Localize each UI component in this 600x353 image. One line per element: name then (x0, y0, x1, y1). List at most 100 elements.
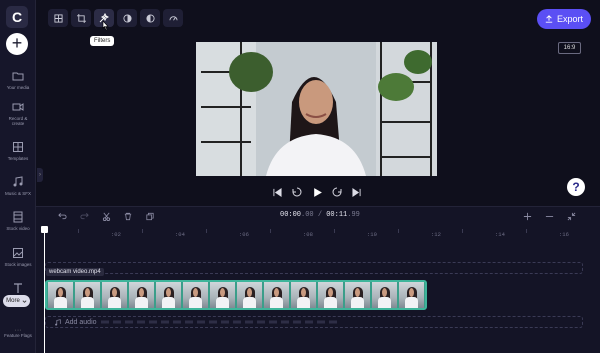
more-button[interactable]: More (3, 295, 30, 307)
tick-mark (462, 229, 463, 233)
undo-icon (57, 212, 67, 220)
crop-icon (76, 13, 86, 23)
video-camera-icon (12, 103, 24, 111)
filters-tooltip: Filters (90, 36, 115, 46)
split-button[interactable] (99, 210, 113, 222)
current-time-frac: .00 (301, 211, 314, 219)
adjust-colors-button[interactable] (117, 9, 137, 27)
forward-5-button[interactable] (331, 186, 343, 198)
duplicate-icon (146, 212, 154, 220)
tick-label: :16 (559, 231, 569, 238)
trash-icon (124, 212, 132, 220)
playhead[interactable] (44, 227, 45, 353)
sidebar-item-templates[interactable]: Templates (0, 141, 36, 161)
tick-mark (78, 229, 79, 233)
export-button[interactable]: Export (537, 9, 591, 29)
sidebar-item-stock-video[interactable]: Stock video (0, 211, 36, 231)
clip-thumbnail (237, 282, 262, 308)
crop-tool-button[interactable] (71, 9, 91, 27)
clip-thumbnail (102, 282, 127, 308)
scissors-icon (102, 212, 110, 221)
tick-label: :12 (431, 231, 441, 238)
fit-icon (53, 13, 63, 23)
undo-button[interactable] (55, 210, 69, 222)
tick-mark (206, 229, 207, 233)
skip-back-button[interactable] (271, 186, 283, 198)
fit-timeline-button[interactable] (564, 210, 578, 222)
sidebar-item-label: Feature Flags (4, 333, 32, 338)
sidebar-item-label: Stock video (6, 226, 30, 231)
webcam-video-frame (196, 42, 437, 176)
play-icon (313, 187, 322, 197)
video-clip[interactable] (45, 280, 427, 310)
empty-track-drop-zone[interactable] (45, 262, 583, 274)
clip-name-label: webcam video.mp4 (46, 268, 104, 276)
clip-thumbnail (318, 282, 343, 308)
clip-thumbnail (75, 282, 100, 308)
delete-button[interactable] (121, 210, 135, 222)
help-button[interactable]: ? (567, 178, 585, 196)
duplicate-button[interactable] (143, 210, 157, 222)
fade-tool-button[interactable] (140, 9, 160, 27)
rewind-5-button[interactable] (291, 186, 303, 198)
skip-back-icon (272, 187, 282, 197)
aspect-ratio-button[interactable]: 16:9 (558, 42, 581, 54)
export-label: Export (556, 14, 583, 24)
speed-icon (168, 15, 178, 21)
redo-icon (79, 212, 89, 220)
sidebar-item-your-media[interactable]: Your media (0, 70, 36, 90)
image-icon (13, 248, 23, 258)
clip-thumbnail (210, 282, 235, 308)
play-button[interactable] (311, 186, 323, 198)
grid-icon (13, 142, 23, 152)
clip-thumbnail (129, 282, 154, 308)
plus-icon (523, 212, 531, 220)
collapse-panel-handle[interactable]: › (37, 168, 43, 182)
playhead-handle[interactable] (41, 226, 48, 233)
sidebar-item-label: Music & SFX (4, 191, 31, 196)
minus-icon (545, 215, 553, 217)
rewind-icon (292, 187, 302, 197)
total-time-frac: .99 (347, 211, 360, 219)
clip-thumbnail (291, 282, 316, 308)
timecode-display: 00:00.00 / 00:11.99 (280, 211, 360, 219)
mouse-cursor-icon (102, 20, 109, 31)
sidebar-item-label: Record & create (8, 116, 28, 126)
redo-button[interactable] (77, 210, 91, 222)
skip-forward-button[interactable] (350, 186, 362, 198)
sidebar-item-stock-images[interactable]: Stock images (0, 247, 36, 267)
sidebar-item-label: Your media (6, 85, 30, 90)
fit-tool-button[interactable] (48, 9, 68, 27)
chevron-down-icon (22, 299, 27, 303)
tick-label: :02 (111, 231, 121, 238)
add-media-button[interactable]: + (6, 33, 28, 55)
tick-mark (270, 229, 271, 233)
sidebar-item-music-sfx[interactable]: Music & SFX (0, 176, 36, 196)
zoom-in-button[interactable] (520, 210, 534, 222)
waveform-placeholder-icon (100, 320, 341, 324)
forward-icon (332, 187, 342, 197)
add-audio-track[interactable]: Add audio (45, 316, 583, 328)
time-separator: / (313, 211, 327, 219)
sidebar-item-record-create[interactable]: Record & create (0, 101, 36, 126)
text-icon (14, 283, 22, 293)
video-preview[interactable] (196, 42, 437, 176)
tick-mark (398, 229, 399, 233)
clip-thumbnail (345, 282, 370, 308)
music-note-icon (55, 318, 61, 326)
tick-label: :04 (175, 231, 185, 238)
add-audio-label: Add audio (65, 318, 97, 326)
sidebar-item-feature-flags[interactable]: ··· Feature Flags (0, 327, 36, 338)
clipchamp-logo[interactable]: C (6, 6, 28, 28)
zoom-out-button[interactable] (542, 210, 556, 222)
clip-thumbnail (399, 282, 424, 308)
clip-thumbnail (48, 282, 73, 308)
music-note-icon (13, 176, 23, 187)
skip-forward-icon (351, 187, 361, 197)
speed-tool-button[interactable] (163, 9, 183, 27)
sidebar-item-label: Stock images (4, 262, 32, 267)
tick-label: :10 (367, 231, 377, 238)
upload-icon (545, 15, 553, 23)
clip-thumbnail (372, 282, 397, 308)
tick-mark (334, 229, 335, 233)
